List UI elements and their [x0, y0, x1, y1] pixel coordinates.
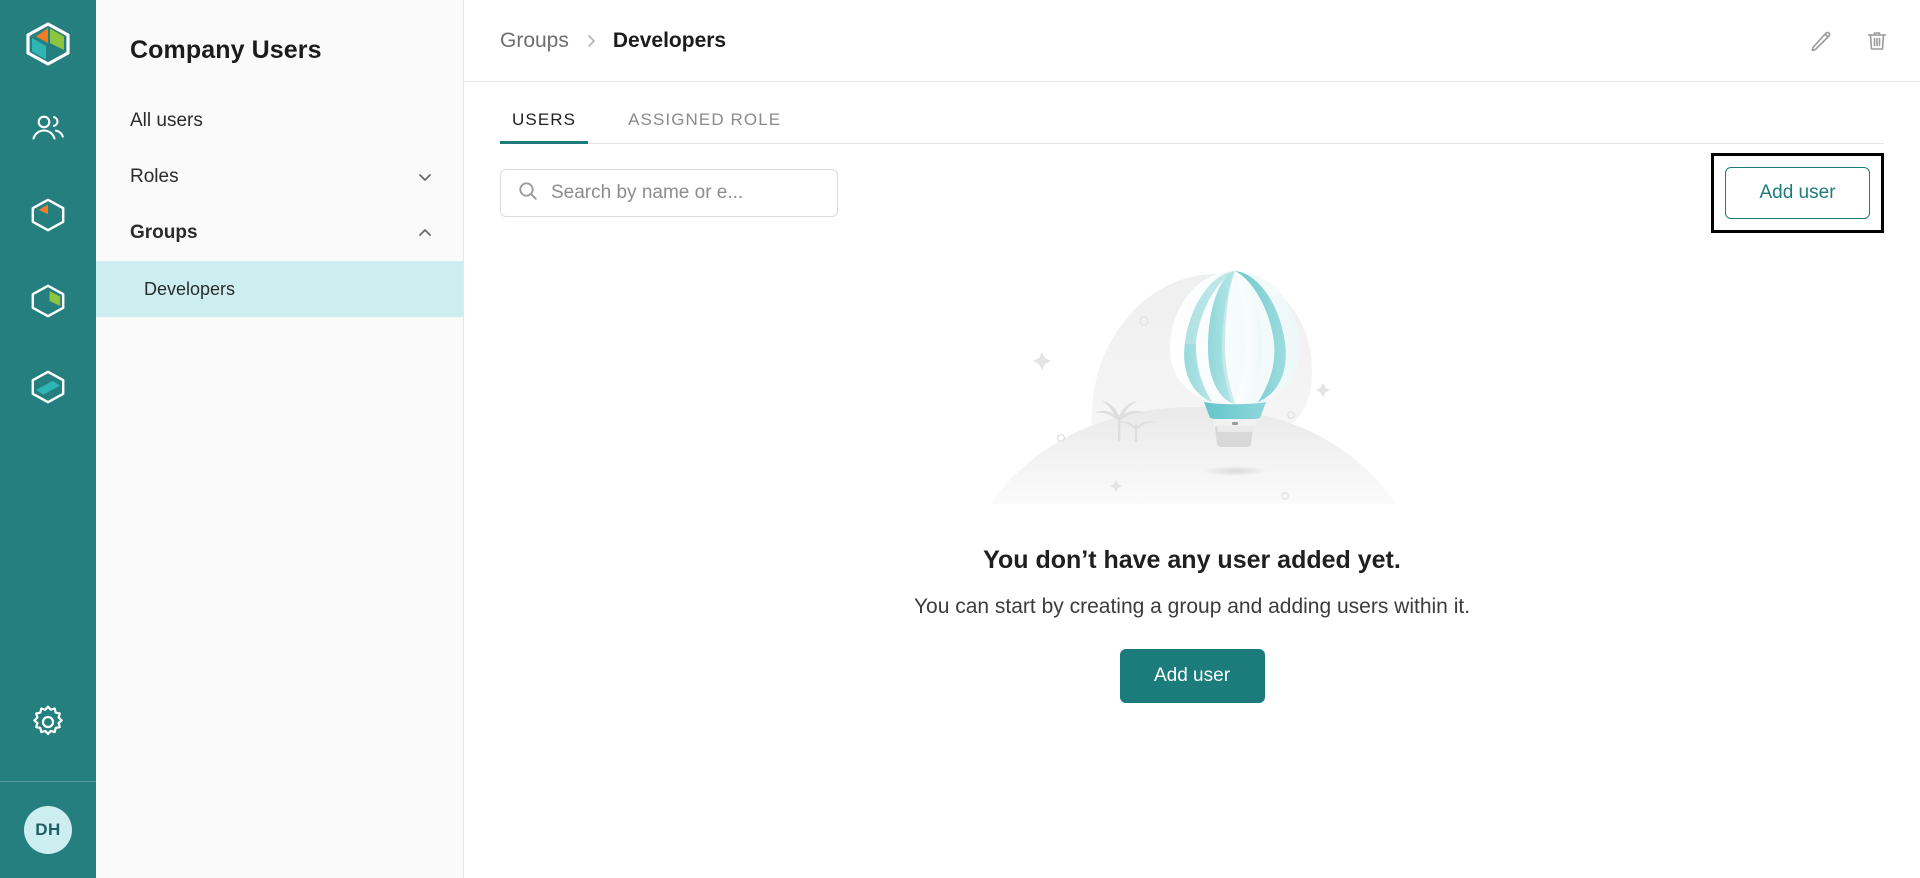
add-user-button-top[interactable]: Add user [1725, 167, 1870, 219]
search-box[interactable] [500, 169, 838, 217]
tab-assigned-role[interactable]: ASSIGNED ROLE [616, 110, 793, 144]
sidebar-item-label: All users [130, 110, 203, 131]
sidebar-item-roles[interactable]: Roles [96, 149, 463, 205]
rail-item-users[interactable] [25, 106, 71, 152]
sidebar-item-developers[interactable]: Developers [96, 261, 463, 317]
breadcrumb: Groups Developers [500, 29, 1808, 53]
rail-item-modules[interactable] [25, 364, 71, 410]
toolbar: Add user [464, 144, 1920, 242]
search-input[interactable] [551, 182, 821, 204]
sidebar-item-groups[interactable]: Groups [96, 205, 463, 261]
sidebar-item-all-users[interactable]: All users [96, 93, 463, 149]
primary-icon-rail: DH [0, 0, 96, 878]
sidebar-item-label: Groups [130, 222, 198, 243]
chevron-right-icon [583, 33, 599, 49]
tab-bar: USERS ASSIGNED ROLE [464, 82, 1920, 144]
rail-item-products[interactable] [25, 192, 71, 238]
breadcrumb-current: Developers [612, 28, 727, 52]
sidebar-title: Company Users [130, 36, 322, 64]
empty-state: You don’t have any user added yet. You c… [464, 242, 1920, 878]
add-user-button-primary[interactable]: Add user [1119, 649, 1265, 703]
tab-users[interactable]: USERS [500, 110, 589, 144]
sidebar-item-label: Roles [130, 166, 179, 187]
sidebar-list: All users Roles Groups Developers [96, 93, 463, 317]
chevron-down-icon[interactable] [415, 167, 435, 187]
app-root: DH Company Users All users Roles Groups [0, 0, 1920, 878]
trash-icon[interactable] [1864, 28, 1890, 54]
pencil-icon[interactable] [1808, 28, 1834, 54]
main-content: Groups Developers USERS ASSIGNED ROLE Se… [464, 0, 1920, 878]
app-logo-icon[interactable] [20, 16, 76, 72]
top-bar: Groups Developers [464, 0, 1920, 82]
breadcrumb-parent[interactable]: Groups [500, 29, 569, 53]
top-actions [1808, 28, 1890, 54]
hot-air-balloon-illustration [990, 271, 1396, 504]
empty-state-subtitle: You can start by creating a group and ad… [913, 595, 1471, 618]
avatar[interactable]: DH [24, 806, 72, 854]
sidebar-item-label: Developers [144, 278, 236, 299]
search-icon [517, 180, 539, 207]
add-user-highlight-region: Add user [1711, 153, 1884, 233]
secondary-sidebar: Company Users All users Roles Groups Dev… [96, 0, 464, 878]
rail-item-analytics[interactable] [25, 278, 71, 324]
avatar-wrap: DH [24, 782, 72, 878]
chevron-up-icon[interactable] [415, 223, 435, 243]
empty-state-title: You don’t have any user added yet. [983, 546, 1401, 574]
gear-icon[interactable] [25, 699, 71, 745]
rail-nav [25, 106, 71, 410]
